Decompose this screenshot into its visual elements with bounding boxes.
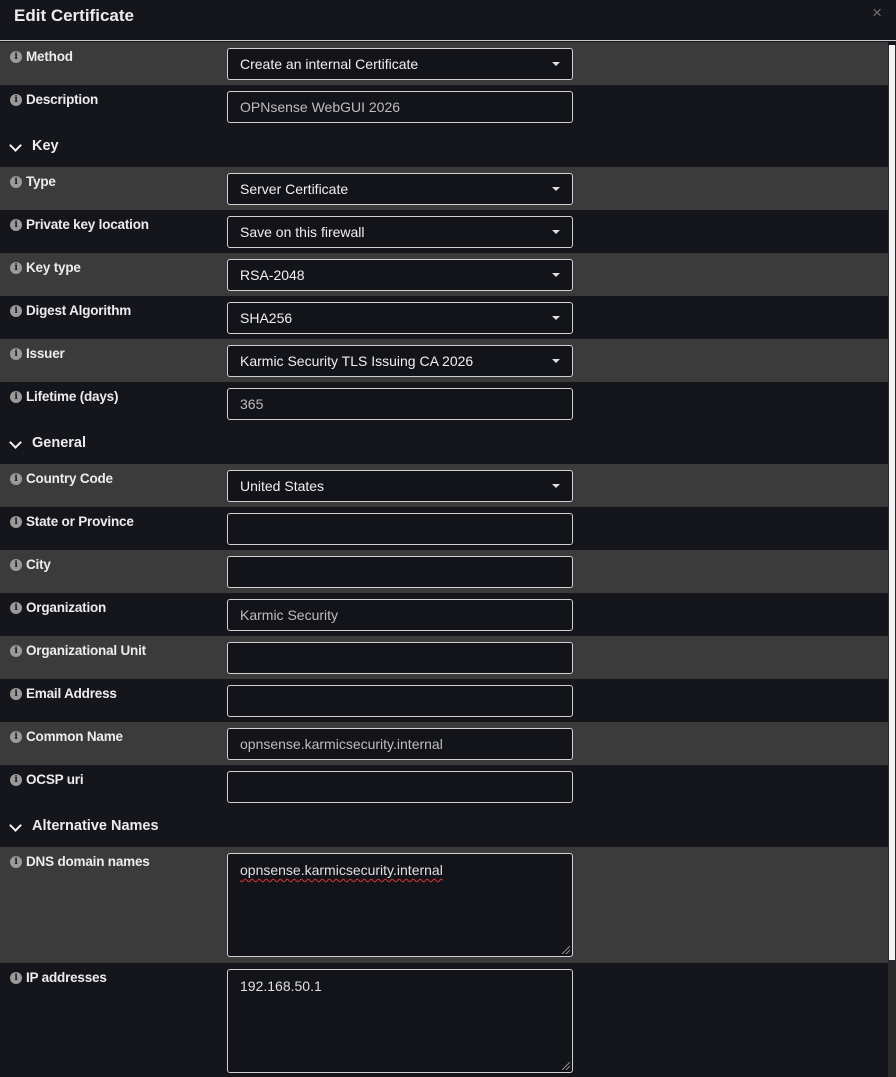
row-type: i Type Server Certificate (0, 167, 888, 210)
type-select[interactable]: Server Certificate (227, 173, 573, 205)
section-key-title: Key (32, 138, 59, 154)
dialog-header: Edit Certificate × (0, 0, 896, 41)
state-input[interactable] (227, 513, 573, 545)
info-circle-icon[interactable]: i (10, 558, 22, 571)
lifetime-label: i Lifetime (days) (10, 389, 118, 404)
info-circle-icon[interactable]: i (10, 175, 22, 188)
digest-algorithm-label: i Digest Algorithm (10, 303, 131, 318)
city-input[interactable] (227, 556, 573, 588)
info-circle-icon[interactable]: i (10, 347, 22, 360)
row-method: i Method Create an internal Certificate (0, 42, 888, 85)
dialog-title: Edit Certificate (14, 6, 134, 25)
info-circle-icon[interactable]: i (10, 93, 22, 106)
info-circle-icon[interactable]: i (10, 730, 22, 743)
city-label: i City (10, 557, 51, 572)
row-digest-algorithm: i Digest Algorithm SHA256 (0, 296, 888, 339)
type-label: i Type (10, 174, 56, 189)
chevron-down-icon (9, 436, 22, 449)
issuer-select[interactable]: Karmic Security TLS Issuing CA 2026 (227, 345, 573, 377)
country-code-select[interactable]: United States (227, 470, 573, 502)
ip-addresses-label: i IP addresses (10, 970, 107, 985)
section-key[interactable]: Key (0, 127, 888, 167)
ip-addresses-textarea[interactable]: 192.168.50.1 (227, 969, 573, 1073)
org-unit-label: i Organizational Unit (10, 643, 146, 658)
resize-grip-icon[interactable] (562, 946, 570, 954)
info-circle-icon[interactable]: i (10, 601, 22, 614)
info-circle-icon[interactable]: i (10, 50, 22, 63)
key-type-select[interactable]: RSA-2048 (227, 259, 573, 291)
section-alternative-names[interactable]: Alternative Names (0, 807, 888, 847)
row-common-name: i Common Name opnsense.karmicsecurity.in… (0, 722, 888, 765)
caret-down-icon (552, 62, 560, 66)
key-type-label: i Key type (10, 260, 81, 275)
row-country-code: i Country Code United States (0, 464, 888, 507)
info-circle-icon[interactable]: i (10, 687, 22, 700)
info-circle-icon[interactable]: i (10, 472, 22, 485)
caret-down-icon (552, 316, 560, 320)
caret-down-icon (552, 230, 560, 234)
row-city: i City (0, 550, 888, 593)
row-ip-addresses: i IP addresses 192.168.50.1 (0, 963, 888, 1077)
info-circle-icon[interactable]: i (10, 218, 22, 231)
info-circle-icon[interactable]: i (10, 644, 22, 657)
issuer-label: i Issuer (10, 346, 65, 361)
dns-domain-names-textarea[interactable]: opnsense.karmicsecurity.internal (227, 853, 573, 957)
common-name-input[interactable]: opnsense.karmicsecurity.internal (227, 728, 573, 760)
row-state: i State or Province (0, 507, 888, 550)
organization-input[interactable]: Karmic Security (227, 599, 573, 631)
row-issuer: i Issuer Karmic Security TLS Issuing CA … (0, 339, 888, 382)
info-circle-icon[interactable]: i (10, 971, 22, 984)
country-code-label: i Country Code (10, 471, 113, 486)
caret-down-icon (552, 359, 560, 363)
info-circle-icon[interactable]: i (10, 515, 22, 528)
resize-grip-icon[interactable] (562, 1062, 570, 1070)
info-circle-icon[interactable]: i (10, 773, 22, 786)
digest-algorithm-select[interactable]: SHA256 (227, 302, 573, 334)
info-circle-icon[interactable]: i (10, 261, 22, 274)
row-dns-domain-names: i DNS domain names opnsense.karmicsecuri… (0, 847, 888, 963)
chevron-down-icon (9, 819, 22, 832)
organization-label: i Organization (10, 600, 106, 615)
org-unit-input[interactable] (227, 642, 573, 674)
section-general-title: General (32, 435, 86, 451)
row-ocsp-uri: i OCSP uri (0, 765, 888, 807)
section-general[interactable]: General (0, 424, 888, 464)
caret-down-icon (552, 187, 560, 191)
info-circle-icon[interactable]: i (10, 304, 22, 317)
row-email: i Email Address (0, 679, 888, 722)
close-icon[interactable]: × (872, 3, 882, 23)
row-organization: i Organization Karmic Security (0, 593, 888, 636)
email-label: i Email Address (10, 686, 117, 701)
scrollbar[interactable] (888, 45, 896, 1077)
description-input[interactable]: OPNsense WebGUI 2026 (227, 91, 573, 123)
ocsp-uri-label: i OCSP uri (10, 772, 84, 787)
private-key-location-label: i Private key location (10, 217, 149, 232)
row-key-type: i Key type RSA-2048 (0, 253, 888, 296)
info-circle-icon[interactable]: i (10, 855, 22, 868)
caret-down-icon (552, 484, 560, 488)
scrollbar-thumb[interactable] (889, 45, 895, 960)
email-input[interactable] (227, 685, 573, 717)
row-description: i Description OPNsense WebGUI 2026 (0, 85, 888, 127)
caret-down-icon (552, 273, 560, 277)
common-name-label: i Common Name (10, 729, 123, 744)
dialog-body: i Method Create an internal Certificate … (0, 42, 888, 1077)
section-alternative-names-title: Alternative Names (32, 818, 159, 834)
method-select[interactable]: Create an internal Certificate (227, 48, 573, 80)
chevron-down-icon (9, 139, 22, 152)
private-key-location-select[interactable]: Save on this firewall (227, 216, 573, 248)
dns-domain-names-label: i DNS domain names (10, 854, 150, 869)
ocsp-uri-input[interactable] (227, 771, 573, 803)
state-label: i State or Province (10, 514, 134, 529)
method-label: i Method (10, 49, 73, 64)
row-org-unit: i Organizational Unit (0, 636, 888, 679)
description-label: i Description (10, 92, 98, 107)
row-private-key-location: i Private key location Save on this fire… (0, 210, 888, 253)
lifetime-input[interactable]: 365 (227, 388, 573, 420)
info-circle-icon[interactable]: i (10, 390, 22, 403)
row-lifetime: i Lifetime (days) 365 (0, 382, 888, 424)
